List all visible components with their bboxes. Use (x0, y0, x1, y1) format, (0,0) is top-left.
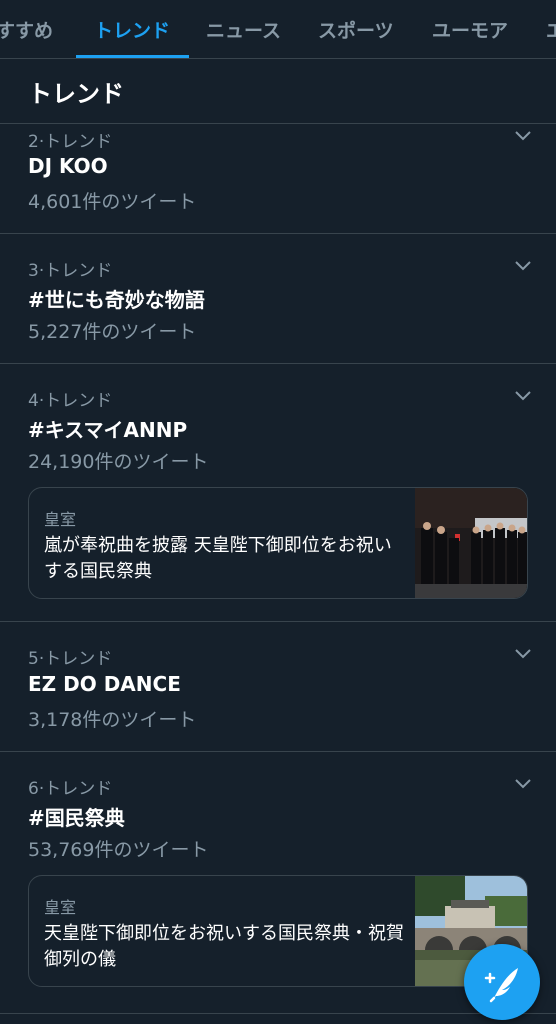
compose-tweet-button[interactable] (464, 944, 540, 1020)
news-card[interactable]: 皇室 嵐が奉祝曲を披露 天皇陛下御即位をお祝いする国民祭典 (28, 487, 528, 599)
explore-tabs: すすめ トレンド ニュース スポーツ ユーモア エ (0, 0, 556, 59)
chevron-down-icon[interactable] (514, 390, 532, 402)
news-headline: 嵐が奉祝曲を披露 天皇陛下御即位をお祝いする国民祭典 (44, 535, 392, 582)
news-thumbnail (415, 488, 527, 598)
tab-entertainment[interactable]: エ (546, 16, 556, 43)
trend-meta: 6·トレンド (28, 779, 113, 799)
trend-tweet-count: 5,227件のツイート (28, 321, 197, 343)
news-headline: 天皇陛下御即位をお祝いする国民祭典・祝賀御列の儀 (44, 923, 404, 970)
active-tab-indicator (76, 55, 189, 58)
tab-humor[interactable]: ユーモア (432, 16, 508, 43)
news-category: 皇室 (44, 898, 77, 917)
trend-meta: 4·トレンド (28, 391, 113, 411)
section-title: トレンド (28, 80, 124, 108)
trend-item[interactable]: 5·トレンド EZ DO DANCE 3,178件のツイート (0, 622, 556, 752)
tab-news[interactable]: ニュース (206, 16, 281, 43)
tab-trends[interactable]: トレンド (94, 16, 170, 43)
trend-meta: 3·トレンド (28, 261, 113, 281)
chevron-down-icon[interactable] (514, 648, 532, 660)
trend-tweet-count: 53,769件のツイート (28, 839, 209, 861)
trend-meta: 5·トレンド (28, 649, 113, 669)
news-card[interactable]: 皇室 天皇陛下御即位をお祝いする国民祭典・祝賀御列の儀 (28, 875, 528, 987)
trend-tweet-count: 3,178件のツイート (28, 709, 197, 731)
news-category: 皇室 (44, 510, 77, 529)
trend-tweet-count: 4,601件のツイート (28, 191, 197, 213)
trend-item[interactable]: 2·トレンド DJ KOO 4,601件のツイート (0, 124, 556, 234)
trend-name: #国民祭典 (28, 806, 125, 830)
trend-item[interactable]: 4·トレンド #キスマイANNP 24,190件のツイート 皇室 嵐が奉祝曲を披… (0, 364, 556, 622)
chevron-down-icon[interactable] (514, 260, 532, 272)
chevron-down-icon[interactable] (514, 130, 532, 142)
trend-name: #キスマイANNP (28, 418, 188, 442)
trend-name: DJ KOO (28, 154, 108, 178)
trend-tweet-count: 24,190件のツイート (28, 451, 209, 473)
trend-item[interactable]: 3·トレンド #世にも奇妙な物語 5,227件のツイート (0, 234, 556, 364)
chevron-down-icon[interactable] (514, 778, 532, 790)
trend-name: EZ DO DANCE (28, 672, 181, 696)
compose-tweet-icon (484, 968, 518, 1003)
tab-recommended[interactable]: すすめ (0, 16, 53, 43)
trend-meta: 2·トレンド (28, 132, 113, 152)
trend-name: #世にも奇妙な物語 (28, 288, 205, 312)
tab-sports[interactable]: スポーツ (318, 16, 394, 43)
